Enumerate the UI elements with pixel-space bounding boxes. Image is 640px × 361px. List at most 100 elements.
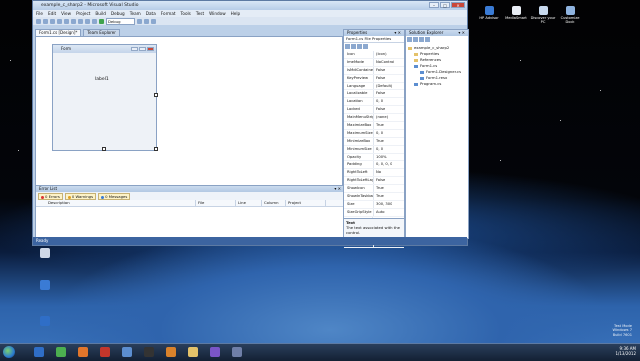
resize-handle-right[interactable] (154, 93, 158, 97)
new-project-icon[interactable] (36, 18, 41, 24)
property-value[interactable]: (Default) (374, 83, 392, 90)
view-code-icon[interactable] (419, 37, 424, 42)
desktop-shortcut[interactable]: HP Advisor (476, 6, 502, 20)
menu-help[interactable]: Help (231, 11, 241, 16)
property-row[interactable]: Location 0, 0 (344, 98, 404, 107)
pin-icon[interactable]: ▾ ✕ (458, 30, 465, 36)
vs-icon[interactable] (210, 347, 220, 357)
property-value[interactable]: 0, 0, 0, 0 (374, 161, 392, 168)
property-value[interactable]: True (374, 138, 384, 145)
property-row[interactable]: SizeGripStyle Auto (344, 208, 404, 217)
menu-build[interactable]: Build (95, 11, 106, 16)
undo-icon[interactable] (85, 18, 90, 24)
property-value[interactable]: (none) (374, 114, 388, 121)
property-value[interactable]: False (374, 67, 385, 74)
properties-object-selector[interactable]: Form1.cs File Properties (344, 36, 404, 43)
resize-handle-bottom[interactable] (102, 147, 106, 151)
property-value[interactable]: NoControl (374, 59, 394, 66)
alphabetical-icon[interactable] (351, 44, 356, 49)
pin-icon[interactable]: ▾ ✕ (394, 30, 401, 36)
desktop-shortcut[interactable]: Customize Dock (557, 6, 583, 24)
property-row[interactable]: Language (Default) (344, 82, 404, 91)
menu-data[interactable]: Data (146, 11, 156, 16)
property-value[interactable]: No (374, 169, 381, 176)
property-row[interactable]: MaximizeBox True (344, 122, 404, 130)
menu-project[interactable]: Project (76, 11, 90, 16)
start-button[interactable] (3, 346, 15, 358)
categorized-icon[interactable] (345, 44, 350, 49)
menu-file[interactable]: File (36, 11, 43, 16)
column-header-description[interactable]: Description (46, 200, 196, 206)
open-icon[interactable] (43, 18, 48, 24)
menu-view[interactable]: View (61, 11, 71, 16)
menu-debug[interactable]: Debug (111, 11, 125, 16)
solution-config-combo[interactable]: Debug (106, 17, 135, 25)
properties-view-icon[interactable] (357, 44, 362, 49)
windows-media-icon[interactable] (34, 347, 44, 357)
tab-0[interactable]: Form1.cs [Design]* (35, 29, 82, 36)
property-row[interactable]: MainMenuStrip (none) (344, 114, 404, 123)
view-designer-icon[interactable] (425, 37, 430, 42)
property-row[interactable]: Opacity 100% (344, 153, 404, 162)
column-header-project[interactable]: Project (286, 200, 326, 206)
show-all-files-icon[interactable] (407, 37, 412, 42)
copy-icon[interactable] (71, 18, 76, 24)
label1-control[interactable]: label1 (95, 77, 109, 82)
check-icon[interactable] (56, 347, 66, 357)
error-list-tab-1[interactable]: 0 Warnings (64, 193, 97, 200)
error-list-tab-0[interactable]: 0 Errors (38, 193, 63, 200)
start-debug-icon[interactable] (99, 18, 104, 24)
redo-icon[interactable] (92, 18, 97, 24)
desktop-shortcut[interactable]: MediaSmart (503, 6, 529, 20)
column-header-column[interactable]: Column (262, 200, 286, 206)
minimize-button[interactable]: – (429, 2, 439, 8)
property-row[interactable]: Locked False (344, 106, 404, 115)
property-value[interactable]: 0, 0 (374, 146, 383, 153)
resize-handle-corner[interactable] (154, 147, 158, 151)
folder-icon[interactable] (188, 347, 198, 357)
property-row[interactable]: Padding 0, 0, 0, 0 (344, 161, 404, 170)
property-value[interactable]: False (374, 90, 385, 97)
tool-icon[interactable] (122, 347, 132, 357)
property-value[interactable]: 100% (374, 154, 387, 161)
property-row[interactable]: ShowIcon True (344, 185, 404, 194)
menu-team[interactable]: Team (130, 11, 141, 16)
property-value[interactable]: False (374, 177, 385, 184)
app-icon[interactable] (232, 347, 242, 357)
property-value[interactable]: 300, 300 (374, 201, 392, 208)
desktop-shortcut[interactable]: Discover your PC (530, 6, 556, 24)
events-icon[interactable] (363, 44, 368, 49)
solution-item[interactable]: Program.cs (406, 81, 468, 87)
property-row[interactable]: ImeMode NoControl (344, 58, 404, 67)
menu-tools[interactable]: Tools (181, 11, 191, 16)
property-row[interactable]: Localizable False (344, 90, 404, 99)
designer-form[interactable]: Form label1 (52, 44, 157, 151)
menu-window[interactable]: Window (209, 11, 226, 16)
error-list-tab-2[interactable]: 0 Messages (98, 193, 131, 200)
property-value[interactable]: True (374, 122, 384, 129)
save-icon[interactable] (50, 18, 55, 24)
property-row[interactable]: MinimumSize 0, 0 (344, 145, 404, 154)
maximize-button[interactable]: □ (440, 2, 450, 8)
property-row[interactable]: ShowInTaskbar True (344, 193, 404, 201)
pin-icon[interactable]: ▾ ✕ (334, 186, 341, 192)
property-row[interactable]: KeyPreview False (344, 74, 404, 83)
media-icon[interactable] (144, 347, 154, 357)
tab-1[interactable]: Team Explorer (83, 29, 120, 36)
property-value[interactable]: False (374, 75, 385, 82)
menu-edit[interactable]: Edit (48, 11, 56, 16)
property-row[interactable]: IsMdiContainer False (344, 66, 404, 75)
property-value[interactable]: (Icon) (374, 51, 387, 58)
column-header-line[interactable]: Line (236, 200, 262, 206)
property-value[interactable]: Auto (374, 209, 385, 216)
form-designer-surface[interactable]: Form label1 (35, 36, 343, 186)
property-row[interactable]: RightToLeftLayoutFalse (344, 177, 404, 186)
desktop-shortcut[interactable] (25, 316, 65, 328)
column-header-file[interactable]: File (196, 200, 236, 206)
properties-icon[interactable] (144, 18, 149, 24)
find-icon[interactable] (137, 18, 142, 24)
property-row[interactable]: RightToLeft No (344, 169, 404, 178)
firefox-icon[interactable] (78, 347, 88, 357)
paste-icon[interactable] (78, 18, 83, 24)
property-value[interactable]: False (374, 106, 385, 113)
